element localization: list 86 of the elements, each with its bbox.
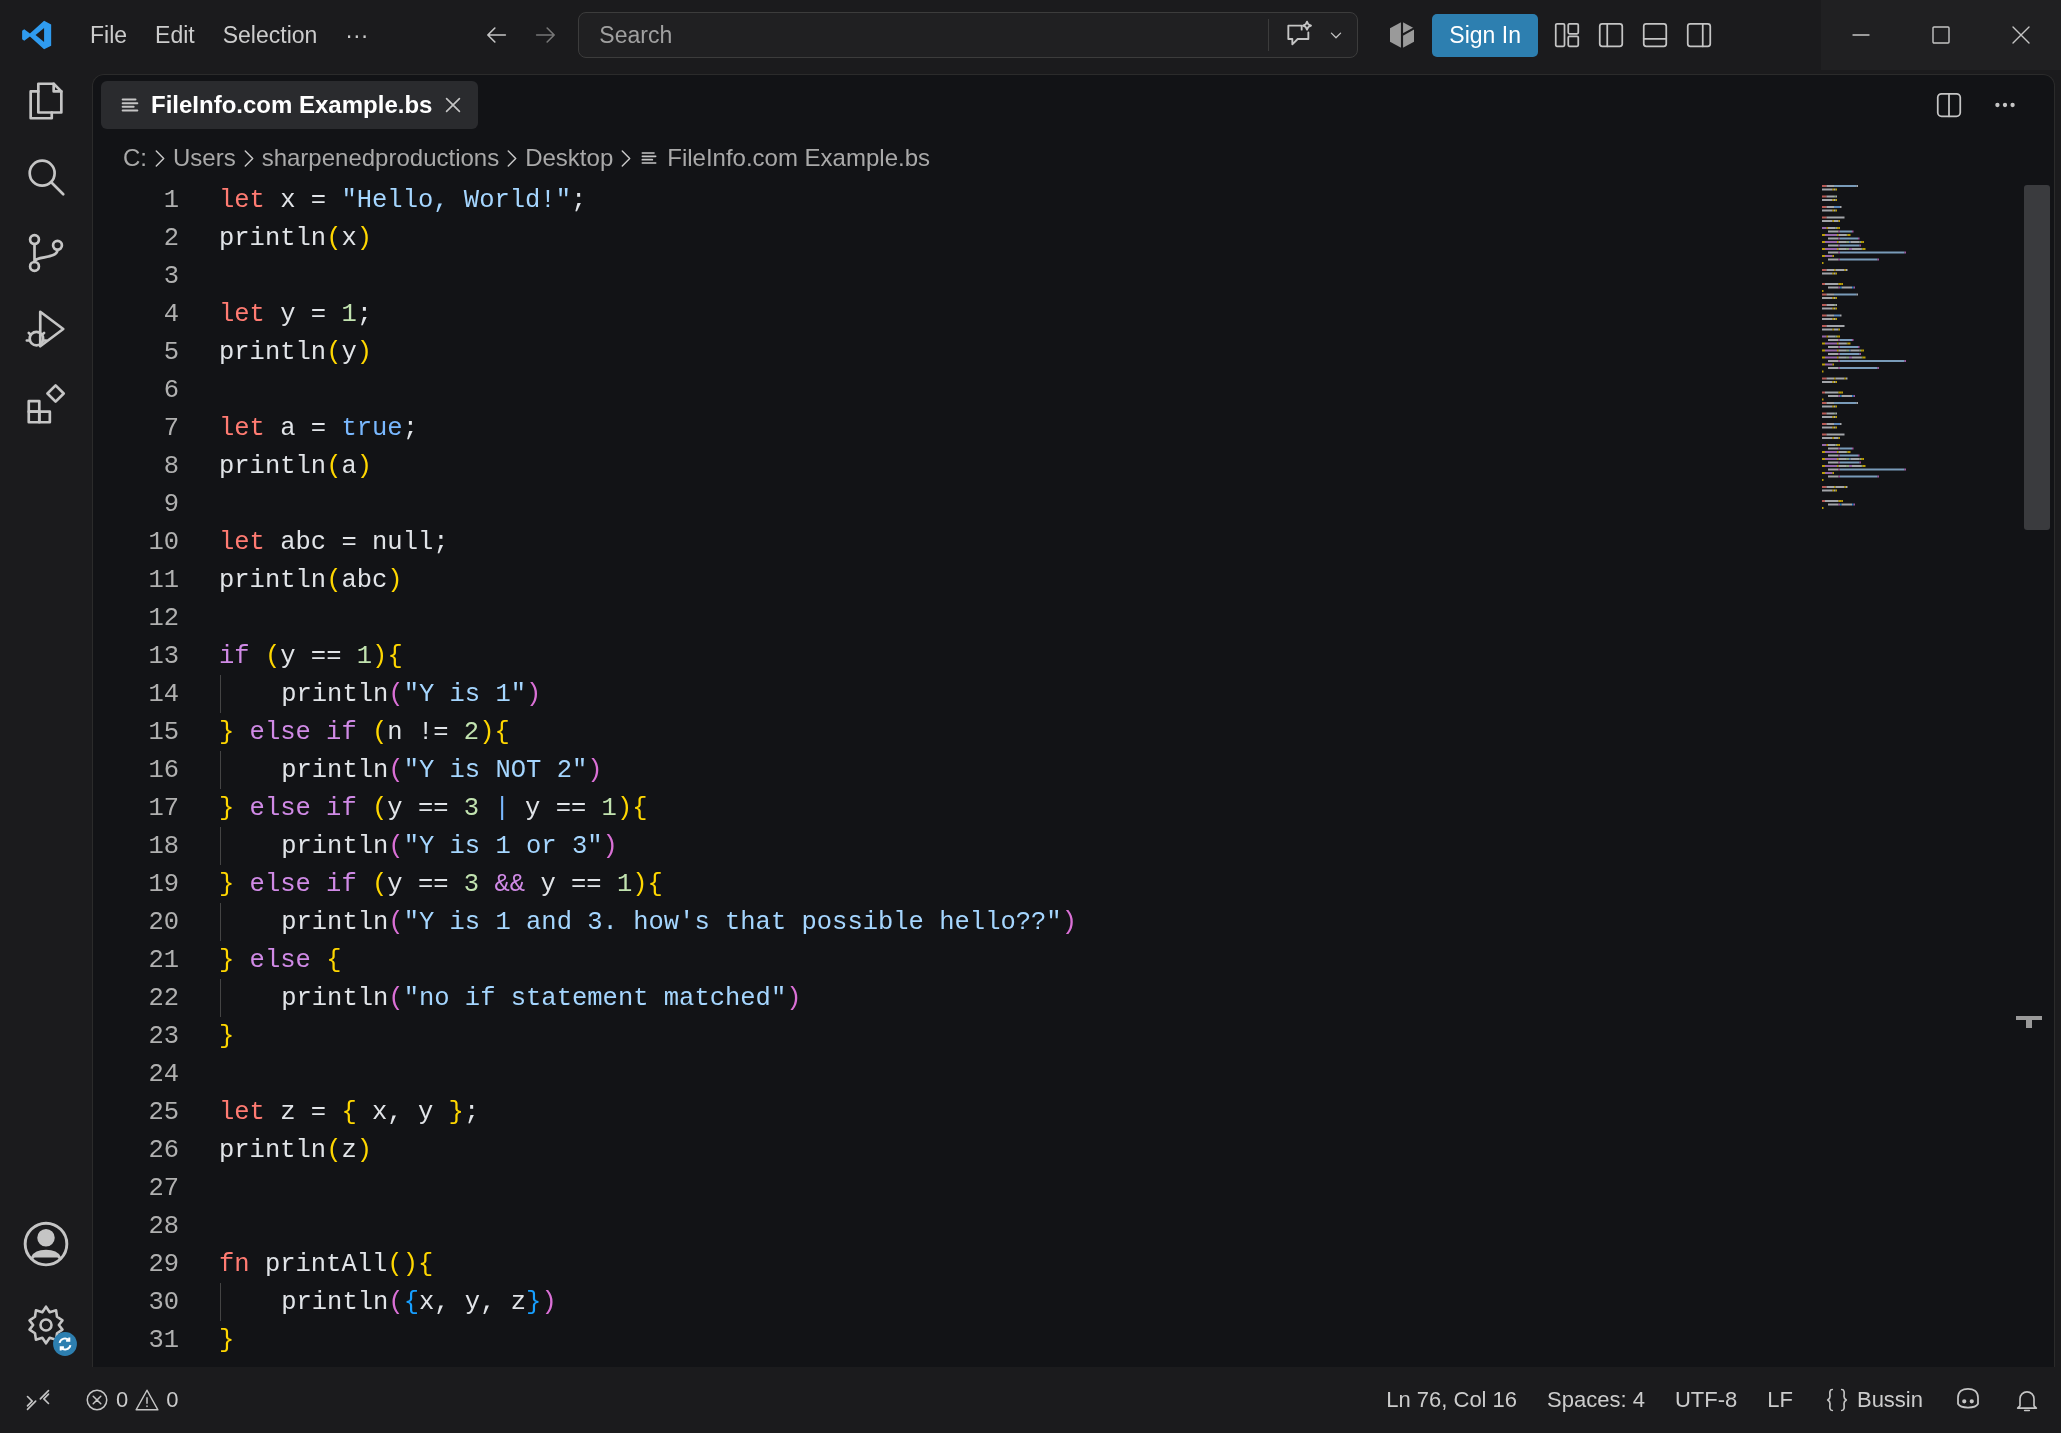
code-line: println("Y is 1 and 3. how's that possible hello??") [219, 903, 1077, 941]
problems-button[interactable]: 0 0 [84, 1387, 179, 1413]
code-line: let y = 1; [219, 299, 373, 329]
error-icon [84, 1387, 110, 1413]
line-number: 8 [162, 451, 180, 481]
sync-badge-icon [52, 1331, 78, 1357]
line-number: 4 [162, 299, 180, 329]
line-number: 29 [147, 1249, 180, 1279]
line-number: 28 [147, 1211, 180, 1241]
breadcrumb[interactable]: FileInfo.com Example.bs [667, 144, 930, 172]
chevron-right-icon [155, 149, 165, 167]
sign-in-button[interactable]: Sign In [1432, 13, 1538, 57]
code-line: let abc = null; [219, 527, 449, 557]
line-number: 7 [162, 413, 180, 443]
line-number: 26 [147, 1135, 180, 1165]
line-number: 3 [162, 261, 180, 291]
chevron-right-icon [621, 149, 632, 167]
code-line: let x = "Hello, World!"; [219, 185, 587, 215]
line-number: 30 [147, 1287, 180, 1317]
line-number: 18 [147, 831, 180, 861]
breadcrumb[interactable]: C: [123, 144, 147, 172]
code-line: if (y == 1){ [219, 641, 403, 671]
editor-tab[interactable]: FileInfo.com Example.bs [101, 81, 479, 129]
code-line: } [219, 1021, 235, 1051]
menu-item[interactable]: Selection [208, 15, 332, 55]
code-line: let z = { x, y }; [219, 1097, 480, 1127]
search-bar[interactable]: Search [578, 12, 1359, 58]
code-line: println(y) [219, 337, 373, 367]
cursor-position[interactable]: Ln 76, Col 16 [1386, 1387, 1518, 1413]
menu-item[interactable]: ··· [331, 15, 383, 55]
line-number: 16 [147, 755, 180, 785]
warning-icon [134, 1387, 161, 1413]
code-line: println("Y is 1") [219, 675, 542, 713]
menu-item[interactable]: Edit [141, 15, 209, 55]
menu-item[interactable]: File [76, 15, 142, 55]
breadcrumb[interactable]: Desktop [525, 144, 614, 172]
line-number: 10 [147, 527, 180, 557]
error-count: 0 [116, 1387, 129, 1413]
app-logo-icon [20, 18, 54, 52]
code-line: } else if (y == 3 && y == 1){ [219, 869, 663, 899]
chevron-right-icon [243, 149, 254, 167]
line-number: 11 [147, 565, 180, 595]
line-number: 24 [147, 1059, 180, 1089]
code-line: println(x) [219, 223, 373, 253]
code-line: } [219, 1325, 235, 1355]
search-field[interactable]: Search [597, 20, 1269, 50]
line-number: 23 [147, 1021, 180, 1051]
code-line: println("no if statement matched") [219, 979, 802, 1017]
code-line: println(z) [219, 1135, 373, 1165]
line-number: 15 [147, 717, 180, 747]
line-number: 25 [147, 1097, 180, 1127]
breadcrumb[interactable]: sharpenedproductions [261, 144, 500, 172]
code-line: println("Y is NOT 2") [219, 751, 603, 789]
code-line: println("Y is 1 or 3") [219, 827, 618, 865]
line-number: 20 [147, 907, 180, 937]
code-line: let a = true; [219, 413, 418, 443]
account-icon[interactable] [21, 1219, 71, 1269]
line-number: 6 [162, 375, 180, 405]
breadcrumb[interactable]: Users [173, 144, 236, 172]
line-ending[interactable]: LF [1767, 1387, 1793, 1413]
chevron-right-icon [507, 149, 518, 167]
code-line: } else if (y == 3 | y == 1){ [219, 793, 648, 823]
code-line: } else if (n != 2){ [219, 717, 510, 747]
line-number: 22 [147, 983, 180, 1013]
code-line: } else { [219, 945, 342, 975]
encoding[interactable]: UTF-8 [1674, 1387, 1738, 1413]
line-number: 21 [147, 945, 180, 975]
code-line: println(abc) [219, 565, 403, 595]
code-line: fn printAll(){ [219, 1249, 434, 1279]
indentation[interactable]: Spaces: 4 [1547, 1387, 1645, 1413]
warning-count: 0 [166, 1387, 179, 1413]
line-number: 9 [162, 489, 180, 519]
line-number: 5 [162, 337, 180, 367]
code-line: println({x, y, z}) [219, 1283, 557, 1321]
line-number: 27 [147, 1173, 180, 1203]
line-number: 19 [147, 869, 180, 899]
line-number: 14 [147, 679, 180, 709]
code-line: println(a) [219, 451, 373, 481]
split-editor-icon[interactable] [1934, 90, 1964, 120]
language-mode[interactable]: Bussin [1856, 1387, 1923, 1413]
line-number: 12 [147, 603, 180, 633]
line-number: 1 [162, 185, 180, 215]
line-number: 13 [147, 641, 180, 671]
line-number: 2 [162, 223, 180, 253]
line-number: 31 [147, 1325, 180, 1355]
line-number: 17 [147, 793, 180, 823]
